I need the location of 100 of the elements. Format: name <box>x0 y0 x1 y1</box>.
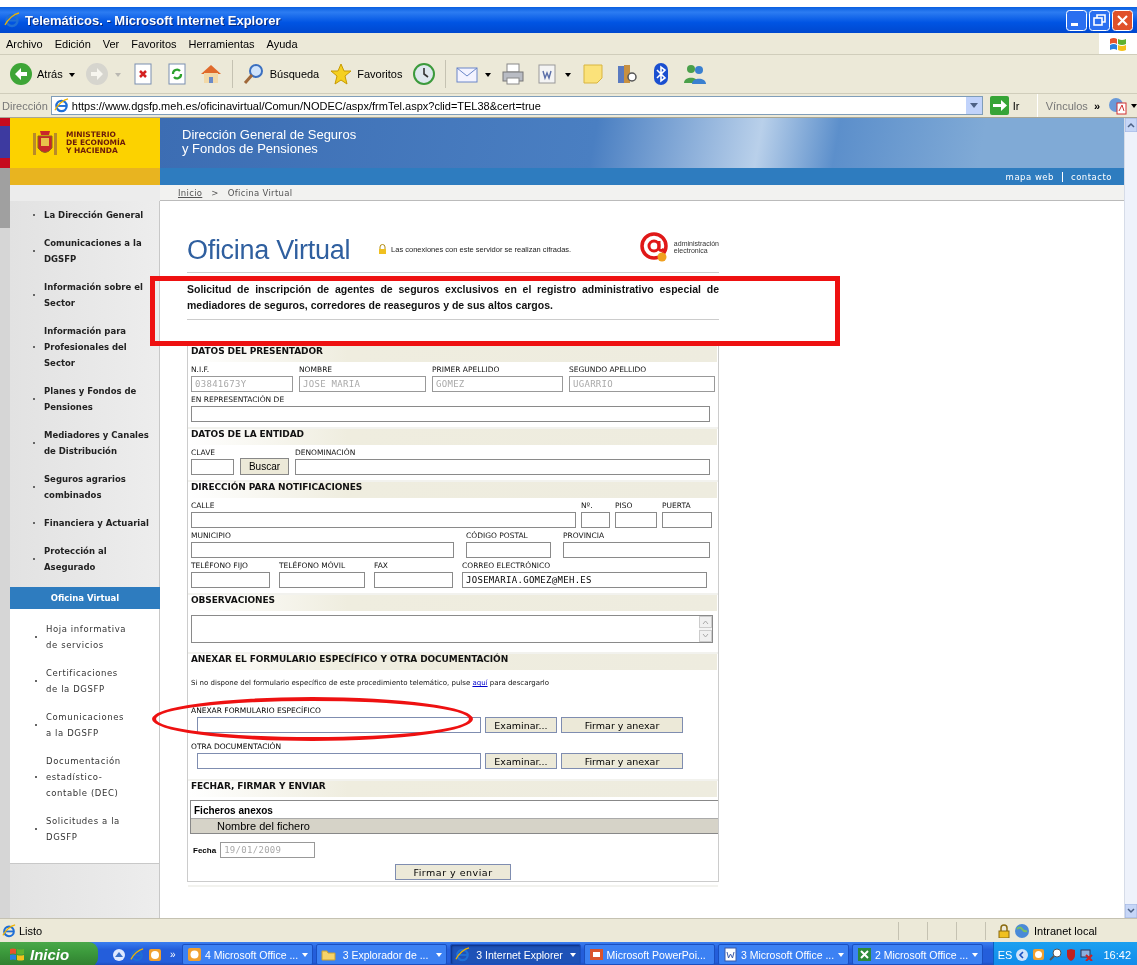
clock-icon[interactable] <box>148 947 162 962</box>
sidebar-item[interactable]: Información para Profesionales del Sector <box>44 323 127 371</box>
toolbar-button[interactable]: Búsqueda <box>238 60 323 88</box>
lock-icon <box>378 244 388 254</box>
section-header: OBSERVACIONES <box>189 595 717 611</box>
text-field[interactable]: JOSEMARIA.GOMEZ@MEH.ES <box>462 572 707 588</box>
pdf-button[interactable] <box>1108 96 1137 115</box>
sign-attach-button[interactable]: Firmar y anexar <box>561 753 683 769</box>
date-label: Fecha <box>193 845 217 855</box>
search-button[interactable]: Buscar <box>240 458 289 475</box>
clock-icon[interactable] <box>1032 948 1046 961</box>
menu-item[interactable]: Archivo <box>0 37 49 50</box>
taskbar-button[interactable]: Microsoft PowerPoi... <box>583 944 715 965</box>
submenu-item[interactable]: Comunicaciones a la DGSFP <box>46 709 125 741</box>
address-label: Dirección <box>2 99 48 112</box>
toolbar-button[interactable]: Atrás <box>6 60 78 88</box>
text-field[interactable] <box>466 542 551 558</box>
submenu-item[interactable]: Solicitudes a la DGSFP <box>46 813 120 845</box>
chevron[interactable]: » <box>170 949 176 960</box>
links-label[interactable]: Vínculos <box>1045 99 1088 112</box>
sidebar-item[interactable]: Información sobre el Sector <box>44 279 143 311</box>
menu-item[interactable]: Ver <box>96 37 126 50</box>
browser-icon <box>454 947 470 962</box>
dropdown-button[interactable] <box>965 97 982 114</box>
network-alert-icon[interactable] <box>1080 948 1094 961</box>
start-button[interactable]: Inicio <box>0 942 98 965</box>
browse-button[interactable]: Examinar... <box>485 753 557 769</box>
search-icon[interactable] <box>1049 948 1063 961</box>
text-field[interactable] <box>615 512 657 528</box>
submenu-item[interactable]: Certificaciones de la DGSFP <box>46 665 118 697</box>
top-link[interactable]: mapa web <box>997 171 1062 182</box>
sidebar-item[interactable]: Oficina Virtual <box>10 587 160 609</box>
taskbar-button[interactable]: 4 Microsoft Office ... <box>181 944 313 965</box>
address-field[interactable]: https://www.dgsfp.meh.es/oficinavirtual/Comun/NODEC/aspx/frmTel.aspx?clid=TEL38&cert=true <box>50 96 983 115</box>
folder-icon <box>320 947 336 962</box>
search-icon <box>241 62 266 86</box>
text-field[interactable] <box>295 459 710 475</box>
star-icon <box>329 62 354 86</box>
column-header: Nombre del fichero <box>191 818 718 833</box>
sidebar-item[interactable]: Mediadores y Canales de Distribución <box>44 427 149 459</box>
scrollbar[interactable] <box>1124 118 1137 918</box>
text-field[interactable] <box>374 572 453 588</box>
browse-button[interactable]: Examinar... <box>485 717 557 733</box>
top-link[interactable]: contacto <box>1062 171 1120 182</box>
taskbar-button[interactable]: 3 Explorador de ... <box>315 944 447 965</box>
spreadsheet-icon <box>856 947 872 962</box>
close-icon[interactable] <box>1112 9 1133 31</box>
submenu-item[interactable]: Documentación estadístico- contable (DEC) <box>46 753 121 801</box>
sidebar-item[interactable]: Planes y Fondos de Pensiones <box>44 383 137 415</box>
menu-item[interactable]: Favoritos <box>125 37 183 50</box>
text-field[interactable] <box>581 512 610 528</box>
submit-button[interactable]: Firmar y enviar <box>395 864 511 880</box>
globe-document-icon <box>1108 96 1128 115</box>
sidebar-item[interactable]: Financiera y Actuarial <box>44 515 149 531</box>
file-field[interactable] <box>197 753 481 769</box>
taskbar-button[interactable]: 2 Microsoft Office ... <box>851 944 983 965</box>
text-area[interactable] <box>191 615 713 643</box>
file-field[interactable] <box>197 717 481 733</box>
sidebar-item[interactable]: Comunicaciones a la DGSFP <box>44 235 142 267</box>
section-header: FECHAR, FIRMAR Y ENVIAR <box>189 781 717 797</box>
text-field[interactable] <box>191 406 710 422</box>
zone-label: Intranet local <box>1034 924 1097 937</box>
text-field[interactable] <box>191 542 454 558</box>
scroll-down-icon[interactable] <box>1125 904 1137 918</box>
menu-item[interactable]: Edición <box>48 37 97 50</box>
sidebar-item[interactable]: Seguros agrarios combinados <box>44 471 126 503</box>
scroll-up-icon[interactable] <box>1125 118 1137 132</box>
shield-icon[interactable] <box>1066 948 1077 961</box>
section-header: ANEXAR EL FORMULARIO ESPECÍFICO Y OTRA DOCUMENTACIÓN <box>189 654 717 670</box>
text-field[interactable] <box>191 512 576 528</box>
globe-icon <box>1014 922 1030 939</box>
document-icon <box>722 947 738 962</box>
taskbar-button[interactable]: 3 Internet Explorer <box>449 944 581 965</box>
sign-attach-button[interactable]: Firmar y anexar <box>561 717 683 733</box>
slides-icon <box>588 947 604 962</box>
people-icon <box>683 62 708 86</box>
text-field[interactable] <box>279 572 365 588</box>
window-title: Telemáticos. - Microsoft Internet Explorer <box>25 12 282 28</box>
taskbar-button[interactable]: 3 Microsoft Office ... <box>717 944 849 965</box>
text-field[interactable] <box>191 572 270 588</box>
go-button[interactable]: Ir <box>985 96 1032 115</box>
breadcrumb-link[interactable]: Inicio <box>178 187 203 198</box>
submenu-item[interactable]: Hoja informativa de servicios <box>46 621 127 653</box>
windows-flag-icon <box>1109 35 1127 52</box>
text-field[interactable] <box>191 459 234 475</box>
text-field[interactable] <box>563 542 710 558</box>
sidebar-item[interactable]: La Dirección General <box>44 207 144 223</box>
menu-item[interactable]: Herramientas <box>182 37 261 50</box>
minimize-icon[interactable] <box>1066 9 1087 31</box>
toolbar-button[interactable]: Favoritos <box>326 60 406 88</box>
restore-icon[interactable] <box>1089 9 1110 31</box>
back-icon[interactable] <box>1016 948 1029 961</box>
section-header: DATOS DEL PRESENTADOR <box>189 346 717 362</box>
description: Solicitud de inscripción de agentes de seguros exclusivos en el registro administrativo especial de mediadores de seguros, corredores de reaseguros y de sus altos cargos. <box>187 273 719 320</box>
section-header: DATOS DE LA ENTIDAD <box>189 429 717 445</box>
text-field[interactable] <box>662 512 712 528</box>
sidebar-item[interactable]: Protección al Asegurado <box>44 543 107 575</box>
breadcrumb-separator: > <box>211 187 219 198</box>
chevron[interactable]: » <box>1093 99 1100 112</box>
menu-item[interactable]: Ayuda <box>260 37 304 50</box>
